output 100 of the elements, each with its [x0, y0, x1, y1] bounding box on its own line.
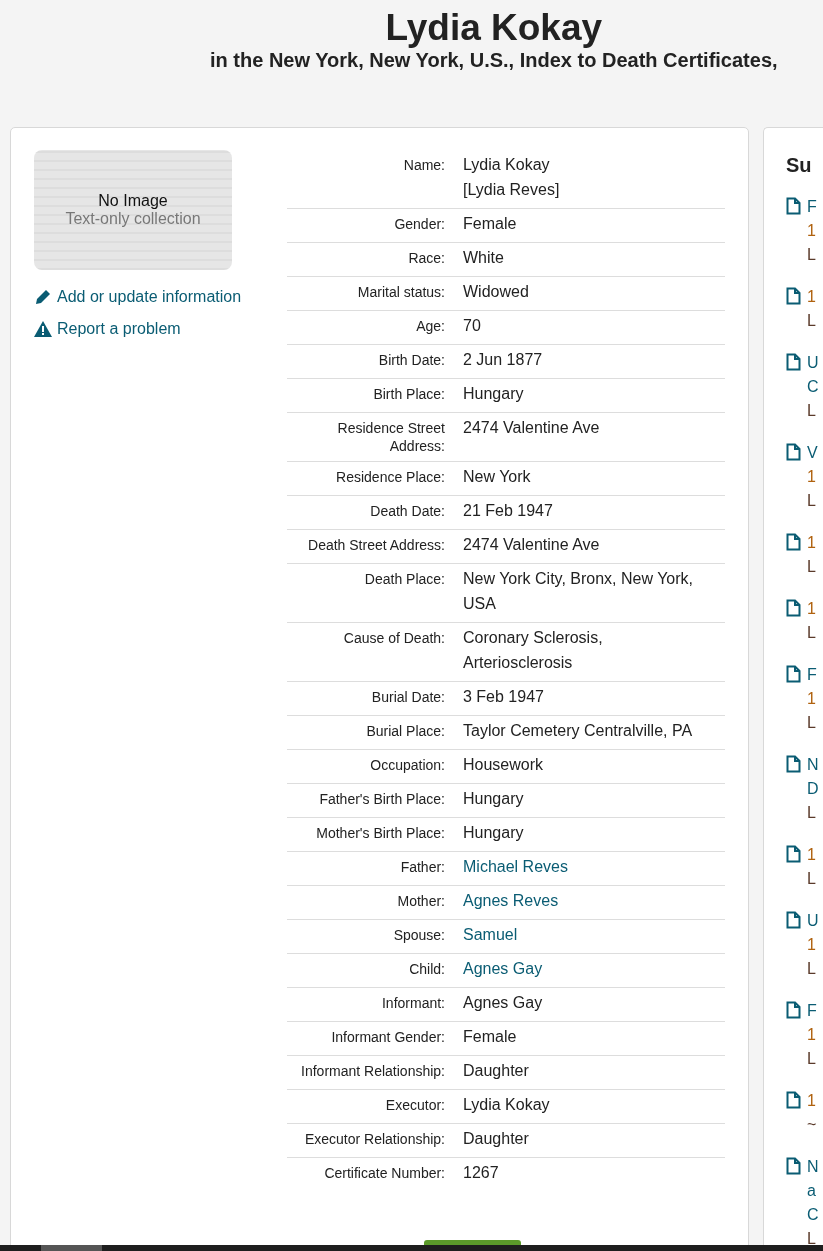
field-label: Father's Birth Place:	[318, 790, 445, 809]
field-value: Female	[463, 1027, 518, 1047]
record-date: 1	[807, 467, 817, 487]
document-icon	[786, 599, 801, 617]
record-link[interactable]: V	[807, 441, 818, 465]
record-place: L	[807, 401, 817, 421]
field-value: Hungary	[463, 384, 525, 404]
record-date: 1	[807, 287, 816, 307]
record-title: Lydia Kokay	[385, 8, 603, 48]
no-image-label: No Image	[98, 192, 168, 210]
field-value: White	[463, 248, 505, 268]
record-place: L	[807, 623, 816, 643]
person-link[interactable]: Samuel	[463, 922, 713, 947]
field-label: Mother's Birth Place:	[315, 824, 445, 843]
record-place: L	[807, 491, 817, 511]
document-icon	[786, 1157, 801, 1175]
field-label: Mother:	[396, 892, 445, 911]
warning-icon	[34, 321, 52, 337]
field-value: 70	[463, 316, 482, 336]
record-link[interactable]: a	[807, 1179, 819, 1203]
document-icon	[786, 197, 801, 215]
person-link[interactable]: Agnes Gay	[463, 956, 713, 981]
record-link[interactable]: N	[807, 1155, 819, 1179]
field-label: Age:	[415, 317, 445, 336]
record-link[interactable]: C	[807, 375, 819, 399]
record-place: L	[807, 557, 816, 577]
record-place: L	[807, 311, 816, 331]
record-place: L	[807, 1049, 817, 1069]
field-value: Hungary	[463, 789, 525, 809]
suggested-heading: Su	[786, 154, 813, 177]
pencil-icon	[34, 288, 52, 306]
document-icon	[786, 1091, 801, 1109]
field-value: Taylor Cemetery Centralville, PA	[463, 721, 694, 741]
field-label: Informant Gender:	[330, 1028, 445, 1047]
field-label: Child:	[408, 960, 445, 979]
field-value: Widowed	[463, 282, 530, 302]
field-value: 3 Feb 1947	[463, 687, 545, 707]
field-value: New York City, Bronx, New York, USA	[463, 569, 695, 614]
field-label: Executor:	[384, 1096, 445, 1115]
field-label: Certificate Number:	[323, 1164, 445, 1183]
field-value: 21 Feb 1947	[463, 501, 554, 521]
person-link[interactable]: Michael Reves	[463, 854, 713, 879]
document-icon	[786, 533, 801, 551]
field-value: Agnes Gay	[463, 993, 544, 1013]
field-value: New York	[463, 467, 532, 487]
alternate-name: [Lydia Reves]	[463, 180, 561, 200]
record-link[interactable]: F	[807, 999, 817, 1023]
record-place: L	[807, 959, 817, 979]
record-link[interactable]: U	[807, 351, 819, 375]
record-date: 1	[807, 221, 817, 241]
field-label: Name:	[402, 156, 445, 175]
field-label: Birth Place:	[372, 385, 445, 404]
record-date: 1	[807, 935, 817, 955]
field-label: Birth Date:	[377, 351, 445, 370]
field-value: Lydia Kokay	[463, 1095, 551, 1115]
field-value: Housework	[463, 755, 545, 775]
record-date: 1	[807, 689, 817, 709]
field-value: Female	[463, 214, 518, 234]
field-value: Daughter	[463, 1129, 530, 1149]
record-link[interactable]: F	[807, 195, 817, 219]
record-link[interactable]: N	[807, 753, 819, 777]
document-icon	[786, 755, 801, 773]
record-place: L	[807, 803, 817, 823]
record-place: L	[807, 1229, 817, 1249]
field-value: 2474 Valentine Ave	[463, 535, 601, 555]
report-problem-link[interactable]: Report a problem	[34, 320, 287, 338]
record-link[interactable]: C	[807, 1203, 819, 1227]
field-value: 2474 Valentine Ave	[463, 418, 601, 438]
text-only-caption: Text-only collection	[65, 210, 201, 228]
record-date: 1	[807, 845, 816, 865]
field-value: 2 Jun 1877	[463, 350, 544, 370]
record-link[interactable]: U	[807, 909, 819, 933]
field-value: Coronary Sclerosis, Arteriosclerosis	[463, 628, 604, 673]
record-link[interactable]: F	[807, 663, 817, 687]
record-place: ~	[807, 1115, 817, 1135]
document-icon	[786, 1001, 801, 1019]
record-date: 1	[807, 1025, 817, 1045]
field-label: Death Date:	[369, 502, 445, 521]
field-value: Hungary	[463, 823, 525, 843]
field-label: Executor Relationship:	[303, 1130, 445, 1149]
field-label: Burial Place:	[365, 722, 445, 741]
field-label: Occupation:	[369, 756, 445, 775]
person-link[interactable]: Agnes Reves	[463, 888, 713, 913]
record-date: 1	[807, 599, 816, 619]
document-icon	[786, 287, 801, 305]
field-label: Gender:	[393, 215, 445, 234]
field-label: Informant:	[380, 994, 445, 1013]
document-icon	[786, 911, 801, 929]
record-date: 1	[807, 533, 816, 553]
field-label: Informant Relationship:	[300, 1062, 445, 1081]
field-value: Daughter	[463, 1061, 530, 1081]
field-label: Burial Date:	[370, 688, 445, 707]
field-label: Death Place:	[363, 570, 445, 589]
record-link[interactable]: D	[807, 777, 819, 801]
field-label: Death Street Address:	[307, 536, 445, 555]
document-icon	[786, 845, 801, 863]
update-info-link[interactable]: Add or update information	[34, 288, 287, 306]
record-date: 1	[807, 1091, 817, 1111]
document-icon	[786, 353, 801, 371]
collection-subtitle: in the New York, New York, U.S., Index to Death Certificates,	[210, 48, 778, 72]
